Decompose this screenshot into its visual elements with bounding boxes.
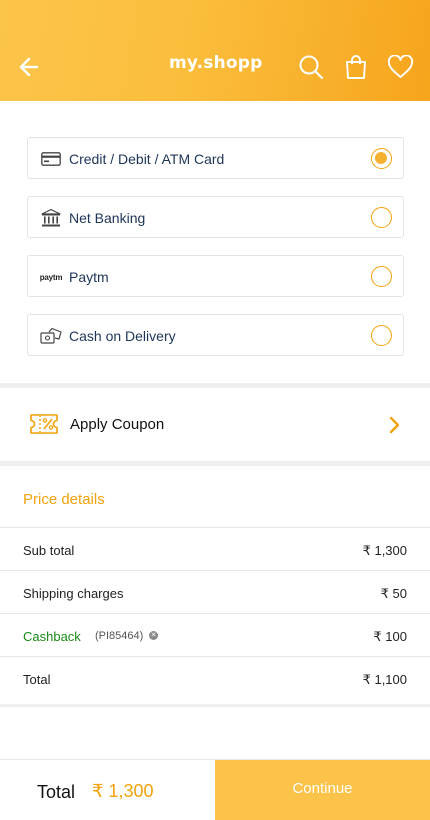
continue-button[interactable]: Continue: [215, 760, 430, 820]
remove-code-icon[interactable]: ✕: [149, 631, 158, 640]
row-label: Shipping charges: [23, 586, 124, 601]
row-value: ₹ 1,300: [362, 543, 407, 558]
payment-option-paytm[interactable]: paytm Paytm: [27, 255, 404, 297]
wishlist-button[interactable]: [385, 52, 415, 82]
row-label: Total: [23, 672, 51, 687]
payment-option-netbanking[interactable]: Net Banking: [27, 196, 404, 238]
cashback-code: (PI85464): [95, 630, 144, 642]
back-arrow-icon: [19, 57, 39, 77]
search-button[interactable]: [296, 52, 326, 82]
back-button[interactable]: [14, 52, 44, 82]
payment-option-label: Credit / Debit / ATM Card: [69, 151, 225, 167]
row-value: ₹ 50: [380, 586, 407, 601]
section-divider: [0, 704, 430, 707]
payment-option-label: Cash on Delivery: [69, 328, 176, 344]
price-row-total: Total ₹ 1,100: [0, 656, 430, 699]
apply-coupon-label: Apply Coupon: [70, 416, 165, 433]
cart-button[interactable]: [341, 52, 371, 82]
checkout-footer: Total ₹ 1,300 Continue: [0, 759, 430, 820]
cash-icon: [40, 325, 62, 347]
payment-options-list: Credit / Debit / ATM Card Net Banking pa…: [27, 137, 404, 373]
footer-total-label: Total: [37, 782, 76, 802]
shopping-bag-icon: [346, 55, 366, 79]
section-divider: [0, 383, 430, 388]
chevron-right-icon: [384, 415, 404, 435]
bank-icon: [40, 207, 62, 229]
radio-unselected[interactable]: [371, 207, 392, 228]
app-header: my.shopp: [0, 0, 430, 101]
payment-option-label: Paytm: [69, 269, 109, 285]
radio-unselected[interactable]: [371, 325, 392, 346]
radio-unselected[interactable]: [371, 266, 392, 287]
payment-option-cod[interactable]: Cash on Delivery: [27, 314, 404, 356]
row-value: ₹ 1,100: [362, 672, 407, 687]
paytm-logo: paytm: [39, 272, 63, 282]
credit-card-icon: [40, 148, 62, 170]
search-icon: [299, 55, 324, 80]
payment-option-card[interactable]: Credit / Debit / ATM Card: [27, 137, 404, 179]
row-value: ₹ 100: [373, 629, 407, 644]
brand-name: my.shopp: [169, 53, 263, 73]
coupon-icon: [30, 414, 58, 436]
price-details-title: Price details: [23, 491, 105, 508]
heart-icon: [387, 55, 413, 78]
section-divider: [0, 461, 430, 466]
footer-total-amount: ₹ 1,300: [92, 781, 154, 801]
brand-logo[interactable]: my.shopp: [165, 50, 265, 80]
price-row-subtotal: Sub total ₹ 1,300: [0, 527, 430, 570]
cashback-label: Cashback: [23, 629, 81, 644]
apply-coupon-row[interactable]: Apply Coupon: [0, 389, 430, 461]
payment-option-label: Net Banking: [69, 210, 146, 226]
row-label: Sub total: [23, 543, 75, 558]
radio-selected[interactable]: [371, 148, 392, 169]
price-row-shipping: Shipping charges ₹ 50: [0, 570, 430, 613]
price-row-cashback: Cashback (PI85464) ✕ ₹ 100: [0, 613, 430, 656]
